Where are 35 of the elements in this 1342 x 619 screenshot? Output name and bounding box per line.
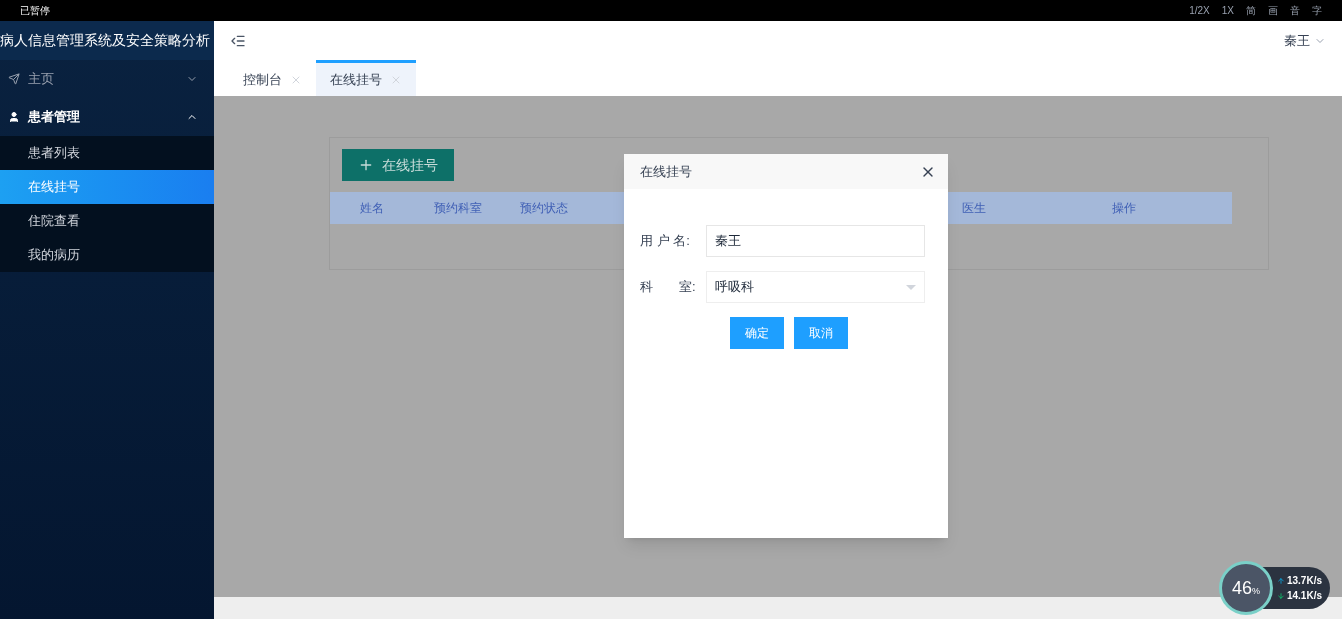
- tab[interactable]: 控制台: [229, 60, 316, 96]
- upload-icon: [1276, 576, 1285, 585]
- input-field[interactable]: 秦王: [706, 225, 925, 257]
- menu-item[interactable]: 主页: [0, 60, 214, 98]
- column-header: 操作: [1112, 200, 1137, 217]
- upload-speed: 13.7K/s: [1286, 574, 1322, 588]
- column-header: 预约科室: [434, 200, 483, 217]
- tab[interactable]: 在线挂号: [316, 60, 416, 96]
- submenu-item[interactable]: 我的病历: [0, 238, 214, 272]
- plus-icon: [358, 157, 374, 173]
- column-header: 姓名: [360, 200, 385, 217]
- send-icon: [8, 73, 20, 85]
- submenu-item[interactable]: 患者列表: [0, 136, 214, 170]
- download-icon: [1276, 591, 1285, 600]
- caret-icon: [906, 284, 916, 290]
- menu-item[interactable]: 患者管理: [0, 98, 214, 136]
- recorder-control[interactable]: 画: [1268, 3, 1278, 18]
- recorder-control[interactable]: 音: [1290, 3, 1300, 18]
- recorder-control[interactable]: 1X: [1221, 3, 1234, 18]
- recorder-control[interactable]: 字: [1312, 3, 1322, 18]
- recorder-control[interactable]: 1/2X: [1189, 3, 1210, 18]
- dialog-title: 在线挂号: [640, 162, 692, 181]
- column-header: 预约状态: [520, 200, 569, 217]
- field-label: 科 室:: [640, 278, 697, 297]
- department-select[interactable]: 呼吸科: [706, 271, 925, 303]
- add-button[interactable]: 在线挂号: [342, 149, 454, 181]
- column-header: 医生: [962, 200, 987, 217]
- download-speed: 14.1K/s: [1286, 589, 1322, 603]
- recording-status: 已暂停: [20, 4, 50, 18]
- user-icon: [8, 111, 20, 123]
- submenu-item[interactable]: 住院查看: [0, 204, 214, 238]
- field-label: 用 户 名:: [640, 232, 691, 251]
- recorder-control[interactable]: 简: [1246, 3, 1256, 18]
- app-title: 病人信息管理系统及安全策略分析: [0, 21, 214, 60]
- user-menu[interactable]: 秦王: [1284, 30, 1326, 51]
